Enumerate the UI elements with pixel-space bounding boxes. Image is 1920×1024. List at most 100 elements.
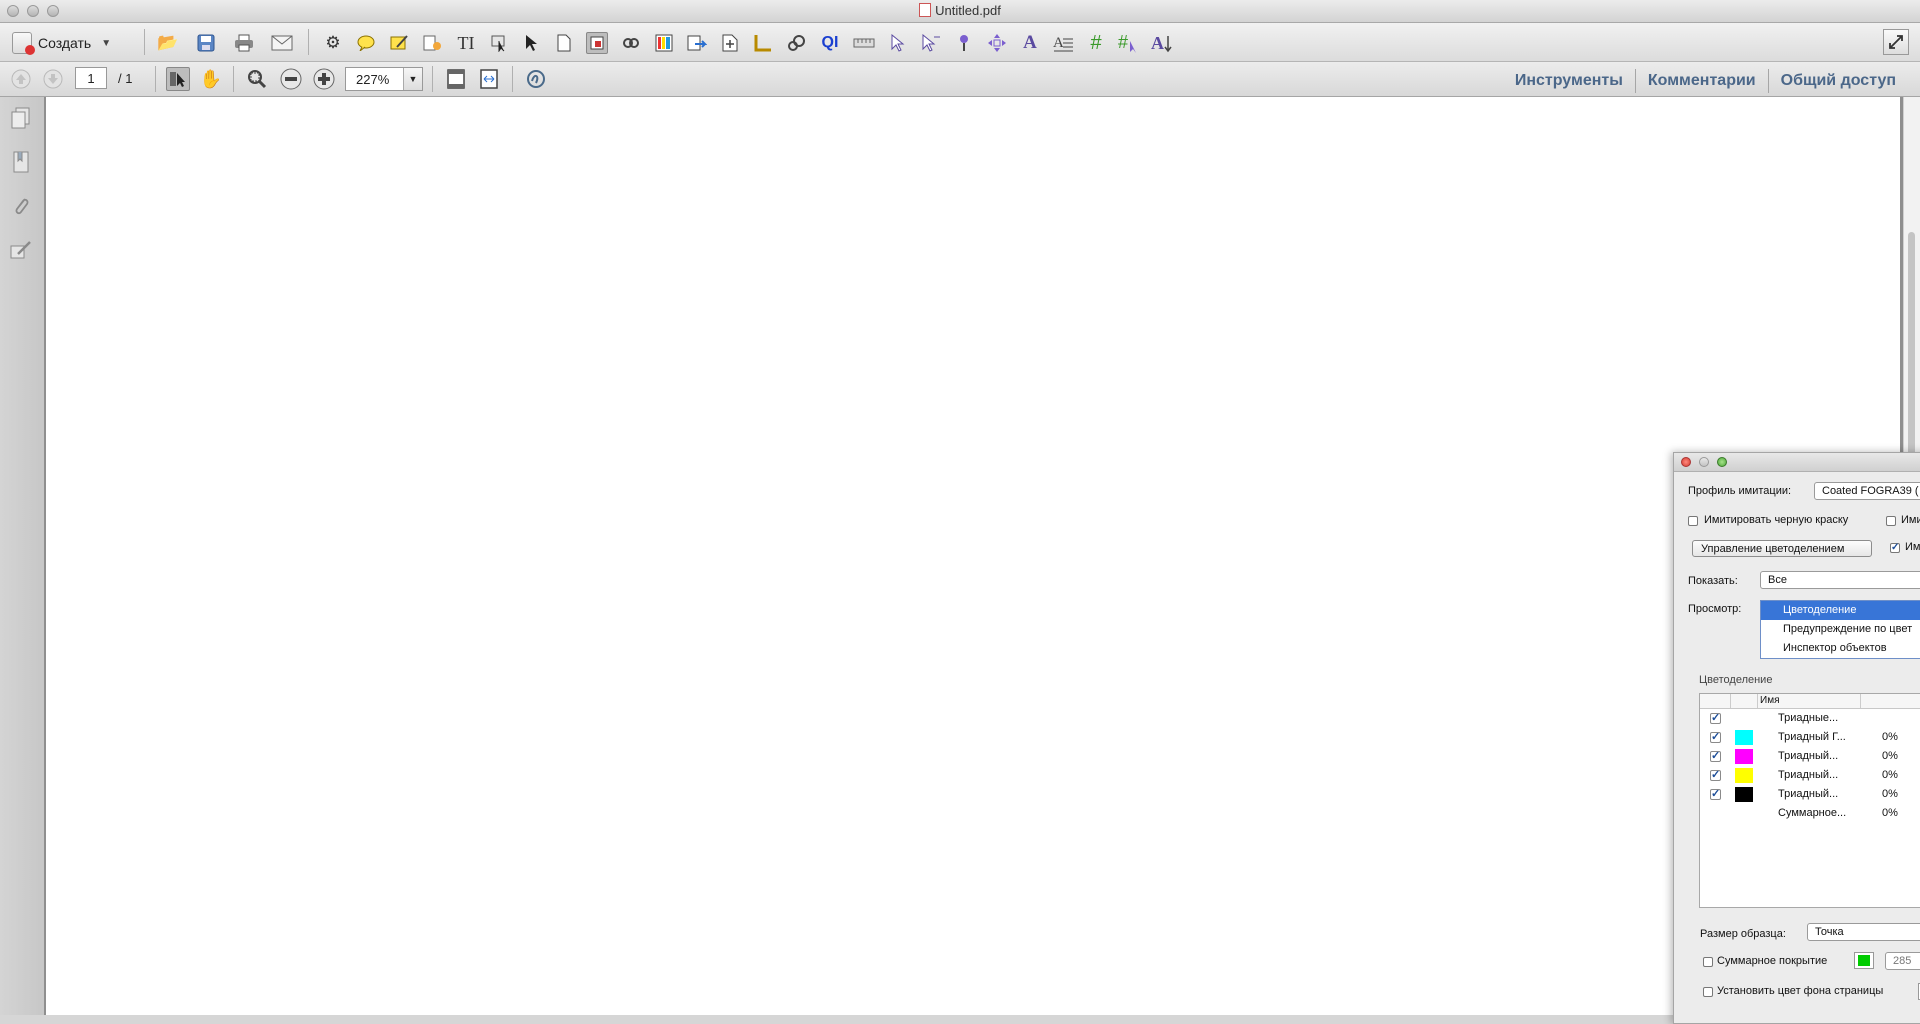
- panel-title-bar: [1674, 453, 1920, 472]
- pdf-page[interactable]: [46, 97, 1900, 1015]
- svg-text:#: #: [1118, 33, 1128, 52]
- table-row[interactable]: ✓ Триадный... 0%: [1700, 766, 1920, 785]
- page-number-input[interactable]: 1: [75, 67, 107, 89]
- add-page-icon[interactable]: [719, 32, 741, 54]
- previous-page-icon[interactable]: [9, 67, 33, 91]
- select-tool-icon[interactable]: [166, 67, 190, 91]
- cyan-swatch: [1735, 730, 1753, 745]
- highlight-note-icon[interactable]: [388, 32, 410, 54]
- page-background-label: Установить цвет фона страницы: [1717, 985, 1884, 997]
- fit-width-icon[interactable]: [477, 67, 501, 91]
- sample-size-select[interactable]: Точка: [1807, 923, 1920, 941]
- stamp-icon[interactable]: [421, 32, 443, 54]
- separation-checkbox[interactable]: ✓: [1710, 713, 1721, 724]
- separation-checkbox[interactable]: ✓: [1710, 751, 1721, 762]
- window-title: Untitled.pdf: [0, 3, 1920, 18]
- preview-option-separations[interactable]: Цветоделение: [1761, 601, 1920, 620]
- color-management-button[interactable]: Управление цветоделением: [1692, 540, 1872, 557]
- separation-checkbox[interactable]: ✓: [1710, 770, 1721, 781]
- preview-option-color-warnings[interactable]: Предупреждение по цвет: [1761, 620, 1920, 639]
- svg-text:A: A: [1053, 35, 1064, 51]
- fit-page-icon[interactable]: [444, 67, 468, 91]
- zoom-level-field[interactable]: 227% ▼: [345, 67, 423, 91]
- loupe-icon[interactable]: [786, 32, 808, 54]
- zoom-panel-button[interactable]: [1717, 457, 1727, 467]
- comment-bubble-icon[interactable]: [355, 32, 377, 54]
- crop-pages-icon[interactable]: [586, 32, 608, 54]
- toolbar-divider: [155, 66, 156, 92]
- table-row[interactable]: Суммарное... 0%: [1700, 804, 1920, 823]
- fullscreen-icon[interactable]: [1883, 29, 1909, 55]
- tab-tools[interactable]: Инструменты: [1503, 72, 1635, 90]
- grid-icon[interactable]: #: [1085, 32, 1107, 54]
- column-header-name: Имя: [1760, 695, 1780, 706]
- separation-name: Триадный...: [1778, 750, 1839, 762]
- marquee-zoom-icon[interactable]: [245, 67, 269, 91]
- arrow-select-icon[interactable]: [887, 32, 909, 54]
- zoom-in-icon[interactable]: [312, 67, 336, 91]
- font-icon[interactable]: A: [1019, 32, 1041, 54]
- coverage-color-button[interactable]: [1854, 952, 1874, 969]
- open-folder-icon[interactable]: 📂: [157, 32, 179, 54]
- text-tool-icon[interactable]: TI: [455, 32, 477, 54]
- move-icon[interactable]: [986, 32, 1008, 54]
- table-row[interactable]: ✓ Триадный... 0%: [1700, 785, 1920, 804]
- table-row[interactable]: ✓ Триадный Г... 0%: [1700, 728, 1920, 747]
- show-select[interactable]: Все: [1760, 571, 1920, 589]
- tab-comments[interactable]: Комментарии: [1636, 72, 1768, 90]
- close-panel-button[interactable]: [1681, 457, 1691, 467]
- pointer-icon[interactable]: [520, 32, 542, 54]
- column-divider: [1860, 694, 1861, 708]
- separation-name: Триадный Г...: [1778, 731, 1846, 743]
- font-size-icon[interactable]: A: [1151, 32, 1173, 54]
- minimize-panel-button[interactable]: [1699, 457, 1709, 467]
- table-row[interactable]: ✓ Триадный... 0%: [1700, 747, 1920, 766]
- page-icon[interactable]: [553, 32, 575, 54]
- next-page-icon[interactable]: [41, 67, 65, 91]
- profile-select[interactable]: Coated FOGRA39 (: [1814, 482, 1920, 500]
- pdf-file-icon: [919, 3, 932, 17]
- select-object-icon[interactable]: [488, 32, 510, 54]
- quite-imposing-icon[interactable]: QI: [819, 32, 841, 54]
- black-swatch: [1735, 787, 1753, 802]
- separation-name: Триадный...: [1778, 788, 1839, 800]
- hand-tool-icon[interactable]: ✋: [199, 67, 223, 91]
- convert-colors-icon[interactable]: [686, 32, 708, 54]
- output-preview-icon[interactable]: [653, 32, 675, 54]
- gear-icon[interactable]: ⚙: [322, 32, 344, 54]
- link-tool-icon[interactable]: [620, 32, 642, 54]
- ruler-icon[interactable]: [853, 32, 875, 54]
- create-button[interactable]: Создать ▼: [12, 31, 111, 55]
- separation-checkbox[interactable]: ✓: [1710, 732, 1721, 743]
- email-icon[interactable]: [271, 32, 293, 54]
- save-icon[interactable]: [195, 32, 217, 54]
- tab-share[interactable]: Общий доступ: [1769, 72, 1908, 90]
- pin-icon[interactable]: [953, 32, 975, 54]
- preview-listbox[interactable]: Цветоделение Предупреждение по цвет Инсп…: [1760, 600, 1920, 659]
- bookmarks-icon[interactable]: [9, 149, 33, 175]
- signatures-icon[interactable]: [9, 237, 33, 263]
- zoom-out-icon[interactable]: [279, 67, 303, 91]
- chevron-down-icon[interactable]: ▼: [403, 68, 422, 90]
- column-divider: [1730, 694, 1731, 708]
- sign-icon[interactable]: [524, 67, 548, 91]
- multi-select-icon[interactable]: [920, 32, 942, 54]
- preview-option-object-inspector[interactable]: Инспектор объектов: [1761, 639, 1920, 658]
- page-background-checkbox[interactable]: [1703, 987, 1713, 997]
- table-header: Имя: [1700, 694, 1920, 709]
- attachments-icon[interactable]: [9, 193, 33, 219]
- extra-option-label: Им: [1905, 541, 1920, 553]
- total-coverage-checkbox[interactable]: [1703, 957, 1713, 967]
- separation-checkbox[interactable]: ✓: [1710, 789, 1721, 800]
- simulate-paper-checkbox[interactable]: [1886, 516, 1896, 526]
- text-align-icon[interactable]: A: [1052, 32, 1074, 54]
- simulate-black-checkbox[interactable]: [1688, 516, 1698, 526]
- extra-option-checkbox[interactable]: ✓: [1890, 543, 1900, 553]
- table-row[interactable]: ✓ Триадные...: [1700, 709, 1920, 728]
- print-icon[interactable]: [233, 32, 255, 54]
- grid-snap-icon[interactable]: #: [1118, 32, 1140, 54]
- simulate-black-label: Имитировать черную краску: [1704, 514, 1849, 526]
- measure-icon[interactable]: [752, 32, 774, 54]
- page-thumbnails-icon[interactable]: [9, 105, 33, 131]
- total-coverage-input[interactable]: 285: [1885, 952, 1920, 970]
